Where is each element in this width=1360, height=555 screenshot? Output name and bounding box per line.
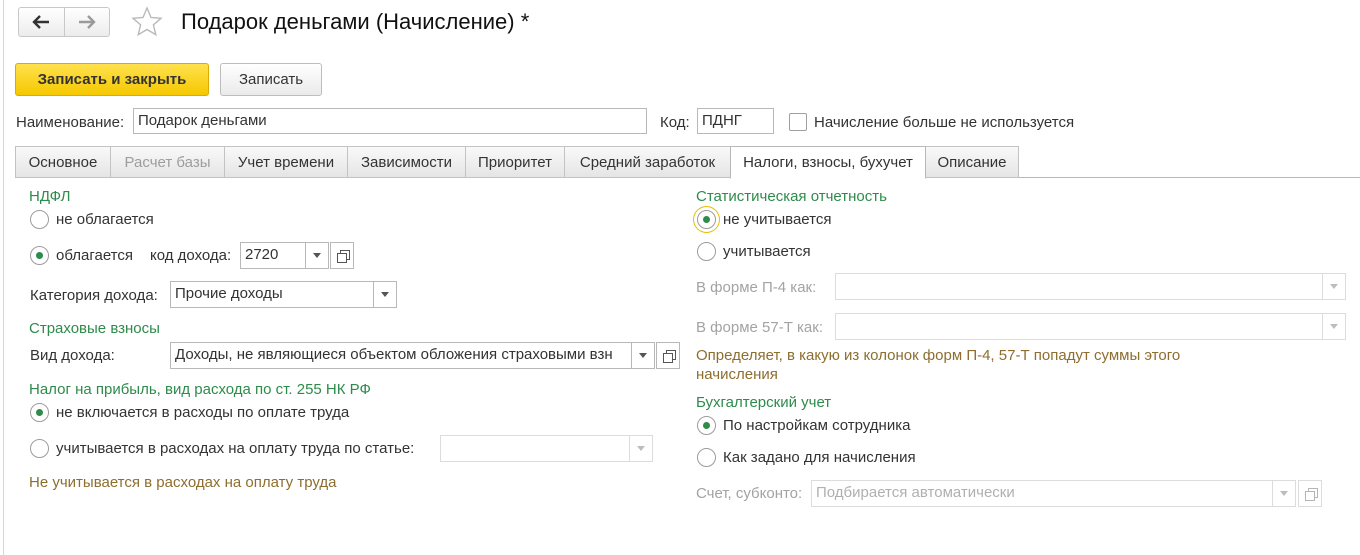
account-subconto-label: Счет, субконто: [696,485,803,502]
chevron-down-icon [1330,284,1338,289]
income-category-dropdown[interactable] [373,281,397,308]
tab-base-calculation[interactable]: Расчет базы [110,146,225,178]
window-left-border [3,0,4,555]
tab-average-earnings[interactable]: Средний заработок [564,146,731,178]
chevron-down-icon [639,353,647,358]
ndfl-taxed-label: облагается [56,247,134,264]
unused-label: Начисление больше не используется [814,114,1075,131]
statistics-not-counted-radio[interactable] [697,210,716,229]
insurance-section-title: Страховые взносы [29,320,160,337]
accounting-by-accrual-label: Как задано для начисления [723,449,916,466]
chevron-down-icon [381,292,389,297]
accounting-by-employee-radio[interactable] [697,416,716,435]
unused-checkbox[interactable] [789,113,807,131]
statistics-note: Определяет, в какую из колонок форм П-4,… [696,347,1181,383]
form-p4-field[interactable] [835,273,1323,300]
statistics-counted-label: учитывается [723,243,811,260]
form-p4-label: В форме П-4 как: [696,279,817,296]
accounting-by-employee-label: По настройкам сотрудника [723,417,911,434]
insurance-income-type-open-button[interactable] [656,342,680,369]
ndfl-not-taxed-label: не облагается [56,211,154,228]
insurance-income-type-label: Вид дохода: [30,347,115,364]
form-57t-dropdown[interactable] [1322,313,1346,340]
insurance-income-type-dropdown[interactable] [631,342,655,369]
account-subconto-dropdown[interactable] [1272,480,1296,507]
profit-tax-section-title: Налог на прибыль, вид расхода по ст. 255… [29,381,371,398]
statistics-section-title: Статистическая отчетность [696,188,887,205]
arrow-right-icon [78,15,96,29]
profit-tax-not-included-radio[interactable] [30,403,49,422]
tab-main[interactable]: Основное [15,146,111,178]
accounting-section-title: Бухгалтерский учет [696,394,832,411]
code-field[interactable]: ПДНГ [697,108,774,134]
form-57t-label: В форме 57-Т как: [696,319,823,336]
profit-tax-note: Не учитывается в расходах на оплату труд… [29,474,337,491]
income-code-open-button[interactable] [330,242,354,269]
income-code-label: код дохода: [150,247,232,264]
save-and-close-button[interactable]: Записать и закрыть [15,63,209,96]
tab-dependencies[interactable]: Зависимости [347,146,466,178]
forward-button[interactable] [63,8,110,36]
page-title: Подарок деньгами (Начисление) * [181,9,530,34]
tab-time-tracking[interactable]: Учет времени [224,146,348,178]
tab-priority[interactable]: Приоритет [465,146,565,178]
account-subconto-open-button[interactable] [1298,480,1322,507]
profit-tax-article-field[interactable] [440,435,630,462]
open-form-icon [662,350,676,363]
ndfl-not-taxed-radio[interactable] [30,210,49,229]
ndfl-taxed-radio[interactable] [30,246,49,265]
profit-tax-included-label: учитывается в расходах на оплату труда п… [56,440,415,457]
profit-tax-article-dropdown[interactable] [629,435,653,462]
income-code-field[interactable]: 2720 [240,242,306,269]
profit-tax-included-radio[interactable] [30,439,49,458]
form-57t-field[interactable] [835,313,1323,340]
statistics-counted-radio[interactable] [697,242,716,261]
chevron-down-icon [637,446,645,451]
save-button[interactable]: Записать [220,63,322,96]
chevron-down-icon [1280,491,1288,496]
profit-tax-not-included-label: не включается в расходы по оплате труда [56,404,350,421]
back-button[interactable] [19,8,64,36]
tab-taxes[interactable]: Налоги, взносы, бухучет [730,146,926,179]
income-category-label: Категория дохода: [30,287,158,304]
navigation-buttons [18,7,110,37]
tab-description[interactable]: Описание [925,146,1019,178]
chevron-down-icon [1330,324,1338,329]
statistics-not-counted-label: не учитывается [723,211,832,228]
income-category-field[interactable]: Прочие доходы [170,281,374,308]
name-field[interactable]: Подарок деньгами [133,108,647,134]
open-form-icon [336,250,350,263]
insurance-income-type-field[interactable]: Доходы, не являющиеся объектом обложения… [170,342,632,369]
code-label: Код: [660,114,690,131]
arrow-left-icon [32,15,50,29]
form-p4-dropdown[interactable] [1322,273,1346,300]
income-code-dropdown[interactable] [305,242,329,269]
open-form-icon [1304,488,1318,501]
accounting-by-accrual-radio[interactable] [697,448,716,467]
chevron-down-icon [313,253,321,258]
account-subconto-field[interactable]: Подбирается автоматически [811,480,1273,507]
ndfl-section-title: НДФЛ [29,188,71,205]
star-icon[interactable] [130,5,164,39]
name-label: Наименование: [16,114,125,131]
